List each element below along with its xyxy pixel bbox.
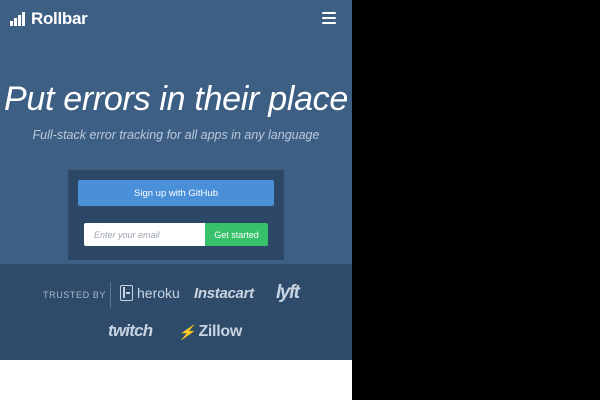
page: Rollbar Put errors in their place Full-s… <box>0 0 352 400</box>
trusted-by-label: TRUSTED BY <box>43 290 107 300</box>
logo-text: Rollbar <box>31 9 88 28</box>
get-started-button[interactable]: Get started <box>205 223 268 246</box>
signup-box: Sign up with GitHub Get started <box>68 170 284 260</box>
rollbar-logo[interactable]: Rollbar <box>10 9 88 29</box>
heroku-logo: heroku <box>120 285 180 301</box>
twitch-logo: twitch <box>108 321 153 340</box>
zillow-logo: ⚡ Zillow <box>178 323 242 341</box>
rollbar-bars-icon <box>10 12 25 26</box>
github-signup-button[interactable]: Sign up with GitHub <box>78 180 274 206</box>
headline: Put errors in their place <box>4 80 348 118</box>
instacart-logo: Instacart <box>194 285 254 302</box>
lyft-logo: lyft <box>276 282 300 303</box>
header: Rollbar <box>0 0 352 40</box>
trusted-by-section: TRUSTED BY heroku Instacart lyft twitch … <box>0 264 352 360</box>
hero-section: Rollbar Put errors in their place Full-s… <box>0 0 352 264</box>
email-input[interactable] <box>84 223 205 246</box>
hamburger-menu-icon[interactable] <box>322 11 336 25</box>
divider <box>110 282 111 308</box>
heroku-icon <box>120 285 133 301</box>
zillow-text: Zillow <box>198 323 242 340</box>
subheadline: Full-stack error tracking for all apps i… <box>32 128 320 142</box>
zillow-icon: ⚡ <box>178 323 196 340</box>
heroku-text: heroku <box>137 285 180 301</box>
